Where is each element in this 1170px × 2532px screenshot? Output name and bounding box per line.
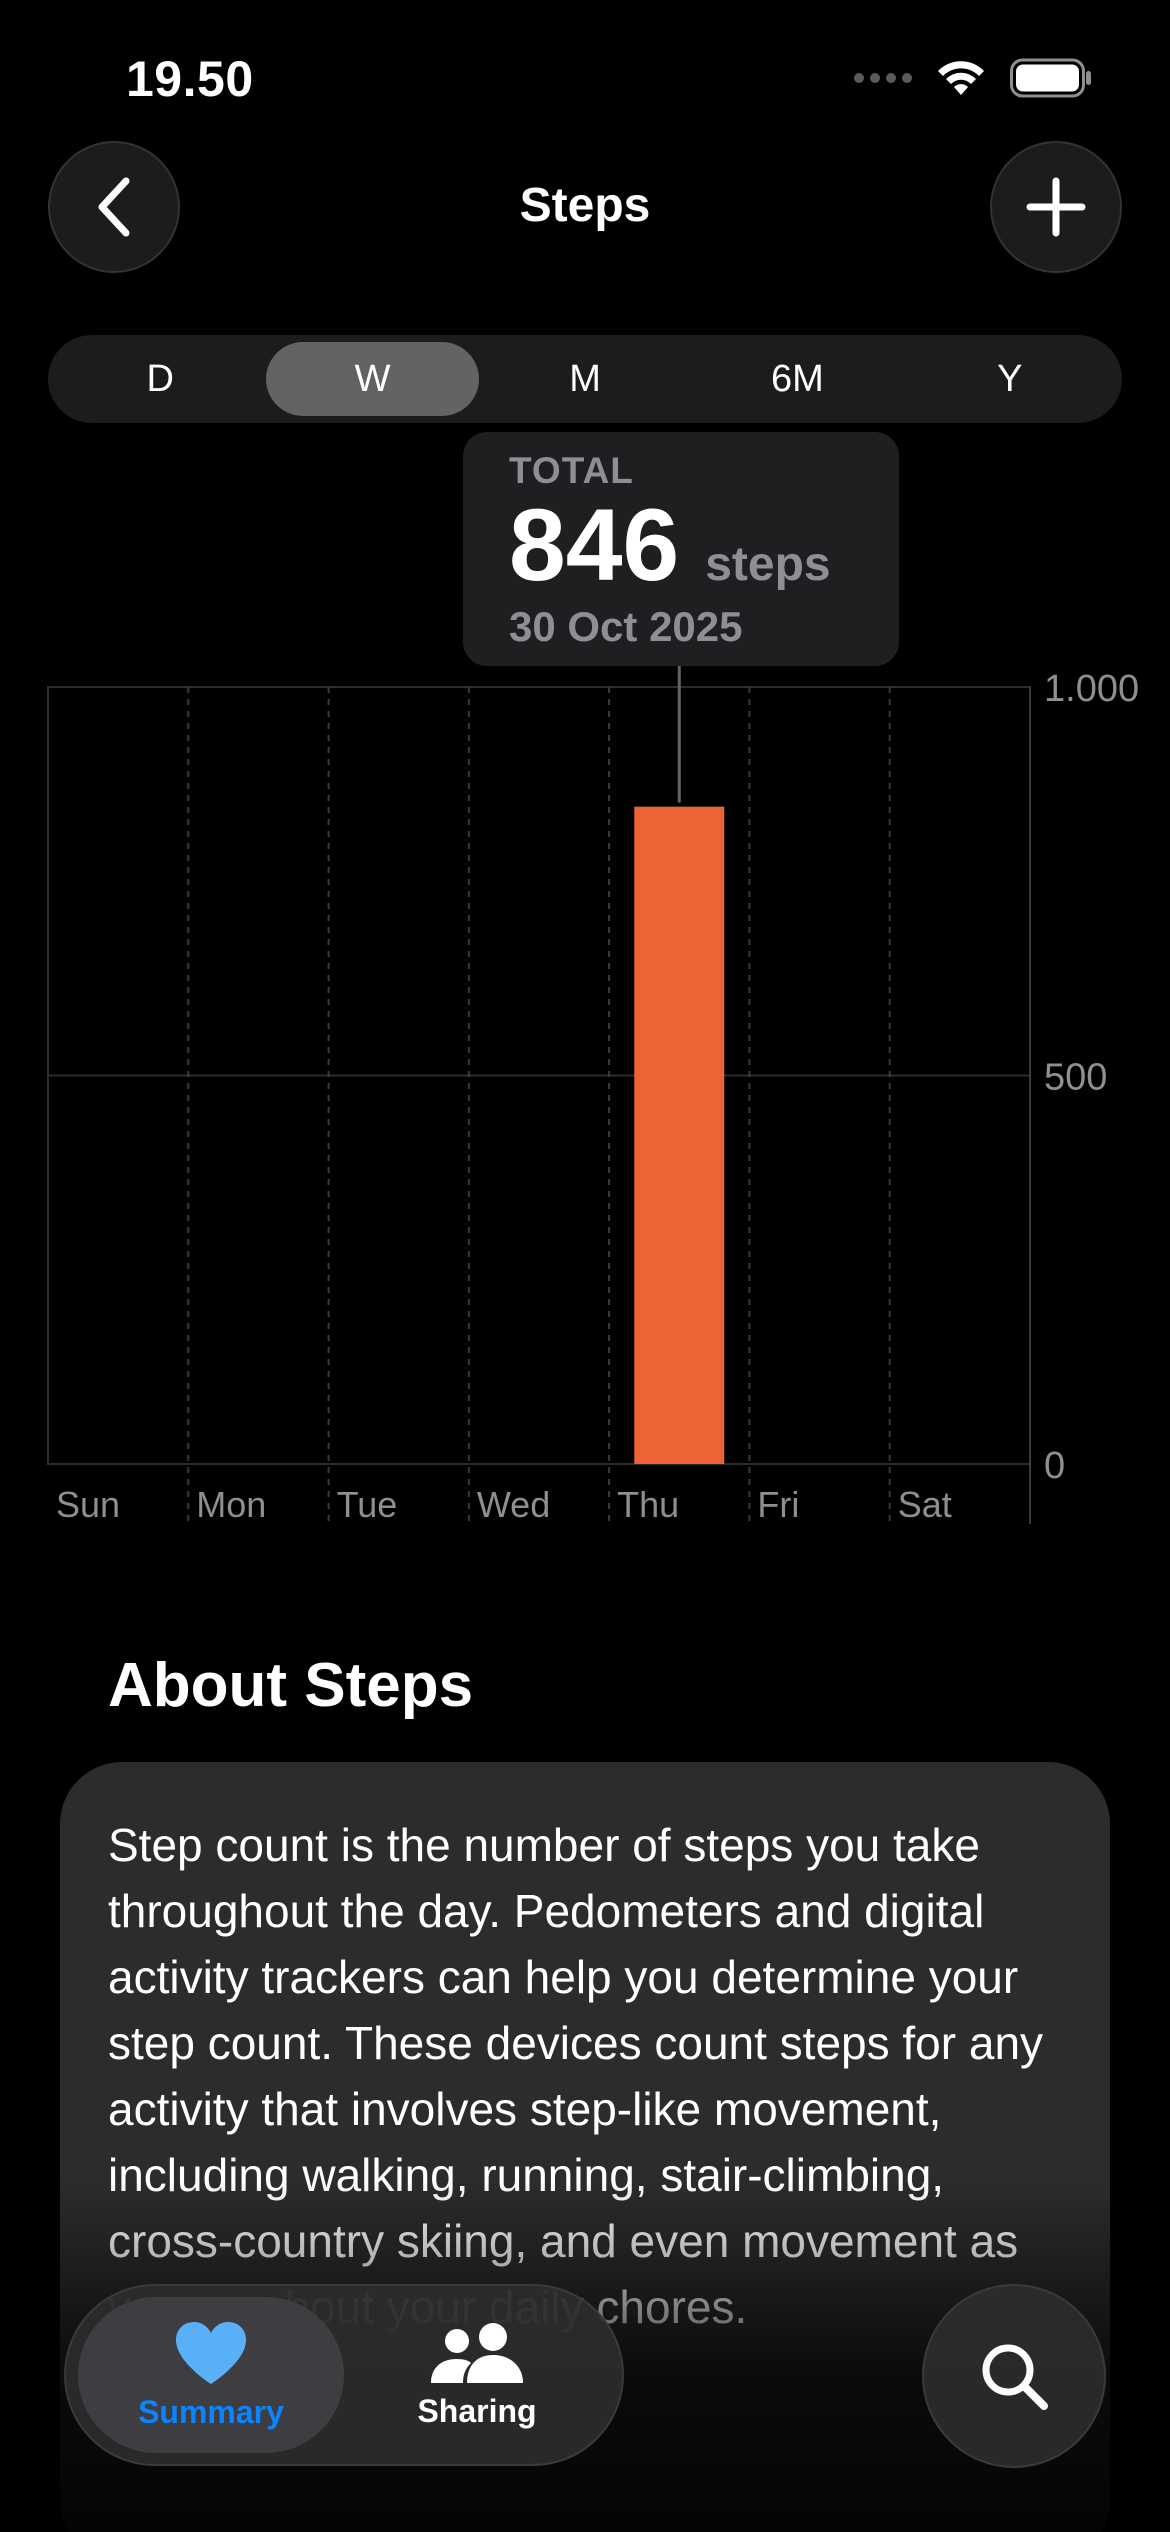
search-icon bbox=[982, 2344, 1048, 2410]
status-time: 19.50 bbox=[126, 51, 254, 107]
y-tick-label: 1.000 bbox=[1044, 668, 1139, 710]
tab-bar: Summary Sharing bbox=[64, 2284, 624, 2466]
range-tab-week[interactable]: W bbox=[266, 342, 479, 416]
tab-summary-label: Summary bbox=[138, 2393, 284, 2430]
people-icon bbox=[431, 2322, 523, 2383]
x-tick-label: Sun bbox=[56, 1484, 120, 1525]
x-tick-label: Sat bbox=[898, 1484, 952, 1525]
battery-icon bbox=[1010, 58, 1091, 98]
x-tick-label: Fri bbox=[757, 1484, 799, 1525]
y-tick-label: 0 bbox=[1044, 1445, 1065, 1487]
range-tab-day[interactable]: D bbox=[54, 342, 266, 416]
wifi-icon bbox=[938, 61, 984, 95]
add-data-button[interactable] bbox=[990, 141, 1122, 273]
about-title: About Steps bbox=[108, 1651, 474, 1720]
x-tick-label: Mon bbox=[196, 1484, 266, 1525]
range-tab-month[interactable]: M bbox=[479, 342, 691, 416]
plus-icon bbox=[1026, 177, 1086, 237]
tab-sharing-label: Sharing bbox=[417, 2392, 537, 2429]
cellular-signal-icon bbox=[854, 73, 912, 83]
tooltip-value: 846 bbox=[509, 488, 680, 602]
range-tab-6-months[interactable]: 6M bbox=[691, 342, 903, 416]
tooltip-unit: steps bbox=[705, 538, 831, 591]
steps-chart[interactable]: 0 500 1.000 Sun Mon Tue Wed Thu Fri Sat bbox=[0, 660, 1170, 1530]
search-button[interactable] bbox=[922, 2284, 1106, 2468]
tooltip-date: 30 Oct 2025 bbox=[509, 603, 743, 651]
tab-summary[interactable]: Summary bbox=[78, 2297, 344, 2453]
heart-icon bbox=[176, 2321, 246, 2384]
y-tick-label: 500 bbox=[1044, 1057, 1107, 1099]
selection-tooltip: TOTAL 846 steps 30 Oct 2025 bbox=[463, 432, 899, 666]
tab-sharing[interactable]: Sharing bbox=[344, 2297, 610, 2453]
x-tick-label: Wed bbox=[477, 1484, 550, 1525]
tooltip-label: TOTAL bbox=[509, 450, 634, 491]
bar-thu bbox=[634, 806, 725, 1464]
time-range-selector: D W M 6M Y bbox=[48, 335, 1122, 423]
range-tab-year[interactable]: Y bbox=[904, 342, 1116, 416]
x-tick-label: Tue bbox=[337, 1484, 398, 1525]
status-icons bbox=[854, 58, 1092, 98]
about-body: Step count is the number of steps you ta… bbox=[108, 1819, 1044, 2333]
x-tick-label: Thu bbox=[617, 1484, 679, 1525]
